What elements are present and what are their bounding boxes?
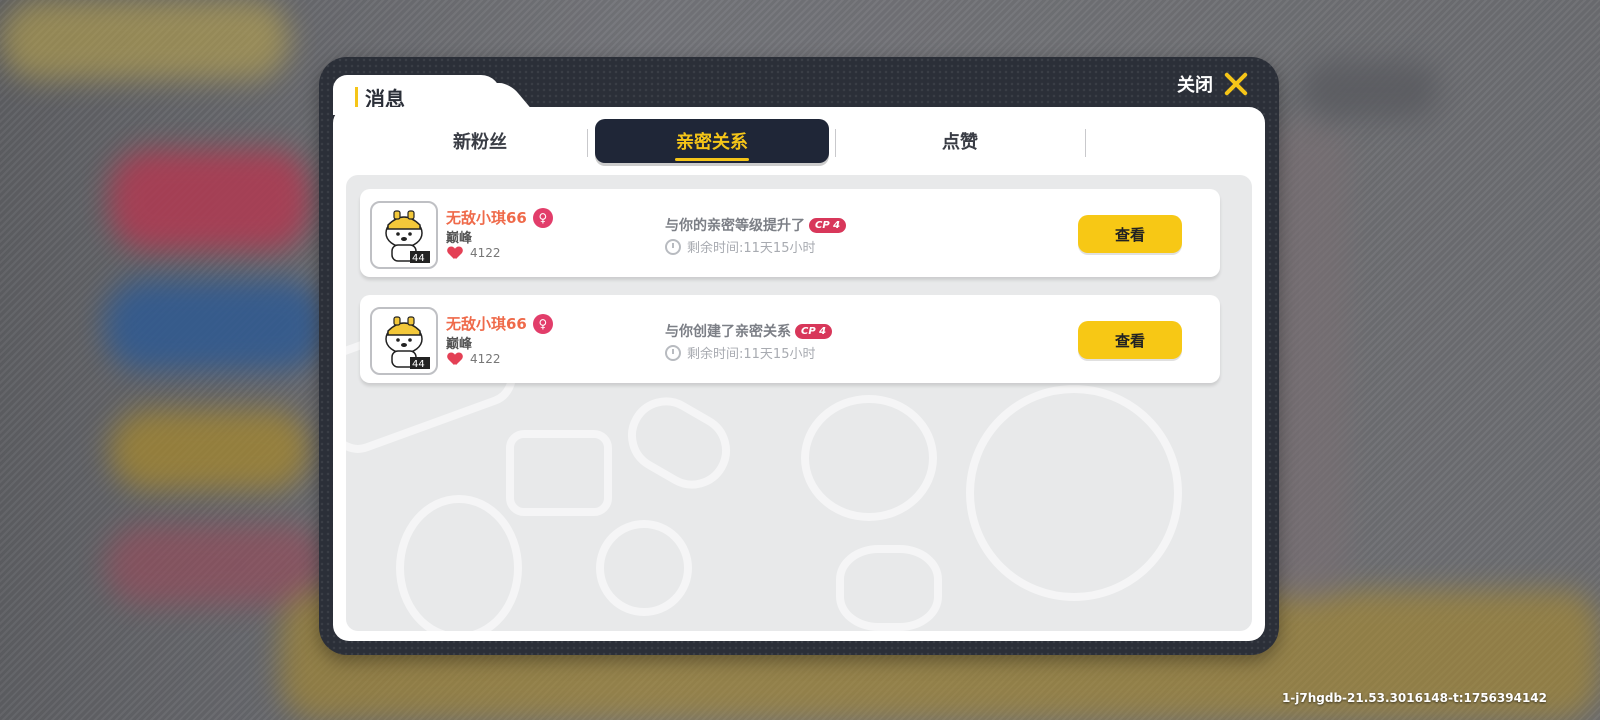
message-body: 与你的亲密等级提升了 bbox=[665, 218, 805, 234]
list-item: 44 无敌小琪66 ♀ 巅峰 4122 与你的亲密等级提升了 CP 4 剩余时间… bbox=[360, 189, 1220, 277]
likes-value: 4122 bbox=[470, 352, 501, 366]
view-button[interactable]: 查看 bbox=[1078, 321, 1182, 359]
tab-intimacy[interactable]: 亲密关系 bbox=[595, 119, 829, 163]
heart-icon bbox=[448, 353, 462, 365]
tab-divider bbox=[587, 129, 588, 157]
background-doodle bbox=[396, 495, 522, 631]
message-list[interactable]: 44 无敌小琪66 ♀ 巅峰 4122 与你的亲密等级提升了 CP 4 剩余时间… bbox=[346, 175, 1252, 631]
clock-icon bbox=[665, 238, 681, 255]
background-doodle bbox=[801, 395, 937, 521]
bg-blob bbox=[1300, 60, 1440, 120]
message-text: 与你的亲密等级提升了 CP 4 bbox=[665, 215, 847, 235]
cp-level-badge: CP 4 bbox=[809, 217, 847, 233]
close-label: 关闭 bbox=[1177, 75, 1213, 96]
tab-divider bbox=[1085, 129, 1086, 157]
message-body: 与你创建了亲密关系 bbox=[665, 324, 791, 340]
likes-count: 4122 bbox=[448, 352, 501, 366]
message-text: 与你创建了亲密关系 CP 4 bbox=[665, 321, 833, 341]
remaining-time-text: 剩余时间:11天15小时 bbox=[687, 347, 816, 362]
tab-likes[interactable]: 点赞 bbox=[843, 119, 1077, 163]
user-name[interactable]: 无敌小琪66 ♀ bbox=[446, 313, 553, 334]
remaining-time: 剩余时间:11天15小时 bbox=[665, 343, 815, 362]
clock-icon bbox=[665, 344, 681, 361]
remaining-time: 剩余时间:11天15小时 bbox=[665, 237, 815, 256]
female-icon: ♀ bbox=[532, 313, 553, 334]
tab-new-followers[interactable]: 新粉丝 bbox=[363, 119, 597, 163]
close-button[interactable]: 关闭 bbox=[1177, 71, 1249, 97]
dialog-panel: 新粉丝 亲密关系 点赞 44 无敌小琪66 ♀ 巅峰 4122 与你的亲密等级提… bbox=[333, 107, 1265, 641]
tab-active-underline bbox=[675, 158, 749, 161]
svg-text:44: 44 bbox=[412, 253, 425, 264]
user-name-text: 无敌小琪66 bbox=[446, 315, 527, 333]
rank-label: 巅峰 bbox=[446, 337, 473, 352]
background-doodle bbox=[836, 545, 942, 631]
bg-blob bbox=[110, 150, 310, 250]
background-doodle bbox=[966, 385, 1182, 601]
rank-label: 巅峰 bbox=[446, 231, 473, 246]
avatar[interactable]: 44 bbox=[370, 307, 438, 375]
tab-label: 点赞 bbox=[942, 132, 978, 153]
build-id-text: 1-j7hgdb-21.53.3016148-t:1756394142 bbox=[1281, 691, 1547, 705]
background-doodle bbox=[596, 520, 692, 616]
heart-icon bbox=[448, 247, 462, 259]
user-name-text: 无敌小琪66 bbox=[446, 209, 527, 227]
avatar[interactable]: 44 bbox=[370, 201, 438, 269]
background-doodle bbox=[506, 430, 612, 516]
title-accent-bar bbox=[355, 87, 358, 107]
bg-blob bbox=[0, 0, 290, 80]
background-doodle bbox=[614, 383, 744, 503]
avatar-character-icon: 44 bbox=[385, 316, 430, 370]
tab-label: 亲密关系 bbox=[676, 132, 748, 153]
likes-count: 4122 bbox=[448, 246, 501, 260]
female-icon: ♀ bbox=[532, 207, 553, 228]
avatar-character-icon: 44 bbox=[385, 210, 430, 264]
list-item: 44 无敌小琪66 ♀ 巅峰 4122 与你创建了亲密关系 CP 4 剩余时间:… bbox=[360, 295, 1220, 383]
likes-value: 4122 bbox=[470, 246, 501, 260]
bg-blob bbox=[110, 410, 310, 490]
view-button[interactable]: 查看 bbox=[1078, 215, 1182, 253]
tab-bar: 新粉丝 亲密关系 点赞 bbox=[333, 107, 1265, 175]
tab-label: 新粉丝 bbox=[453, 132, 507, 153]
bg-blob bbox=[105, 280, 325, 370]
close-icon bbox=[1223, 71, 1249, 97]
tab-divider bbox=[835, 129, 836, 157]
svg-text:44: 44 bbox=[412, 359, 425, 370]
user-name[interactable]: 无敌小琪66 ♀ bbox=[446, 207, 553, 228]
remaining-time-text: 剩余时间:11天15小时 bbox=[687, 241, 816, 256]
messages-dialog: 关闭 消息 新粉丝 亲密关系 点赞 44 无敌小琪66 ♀ 巅峰 4122 与你… bbox=[319, 57, 1279, 655]
bg-blob bbox=[105, 525, 325, 605]
cp-level-badge: CP 4 bbox=[795, 323, 833, 339]
